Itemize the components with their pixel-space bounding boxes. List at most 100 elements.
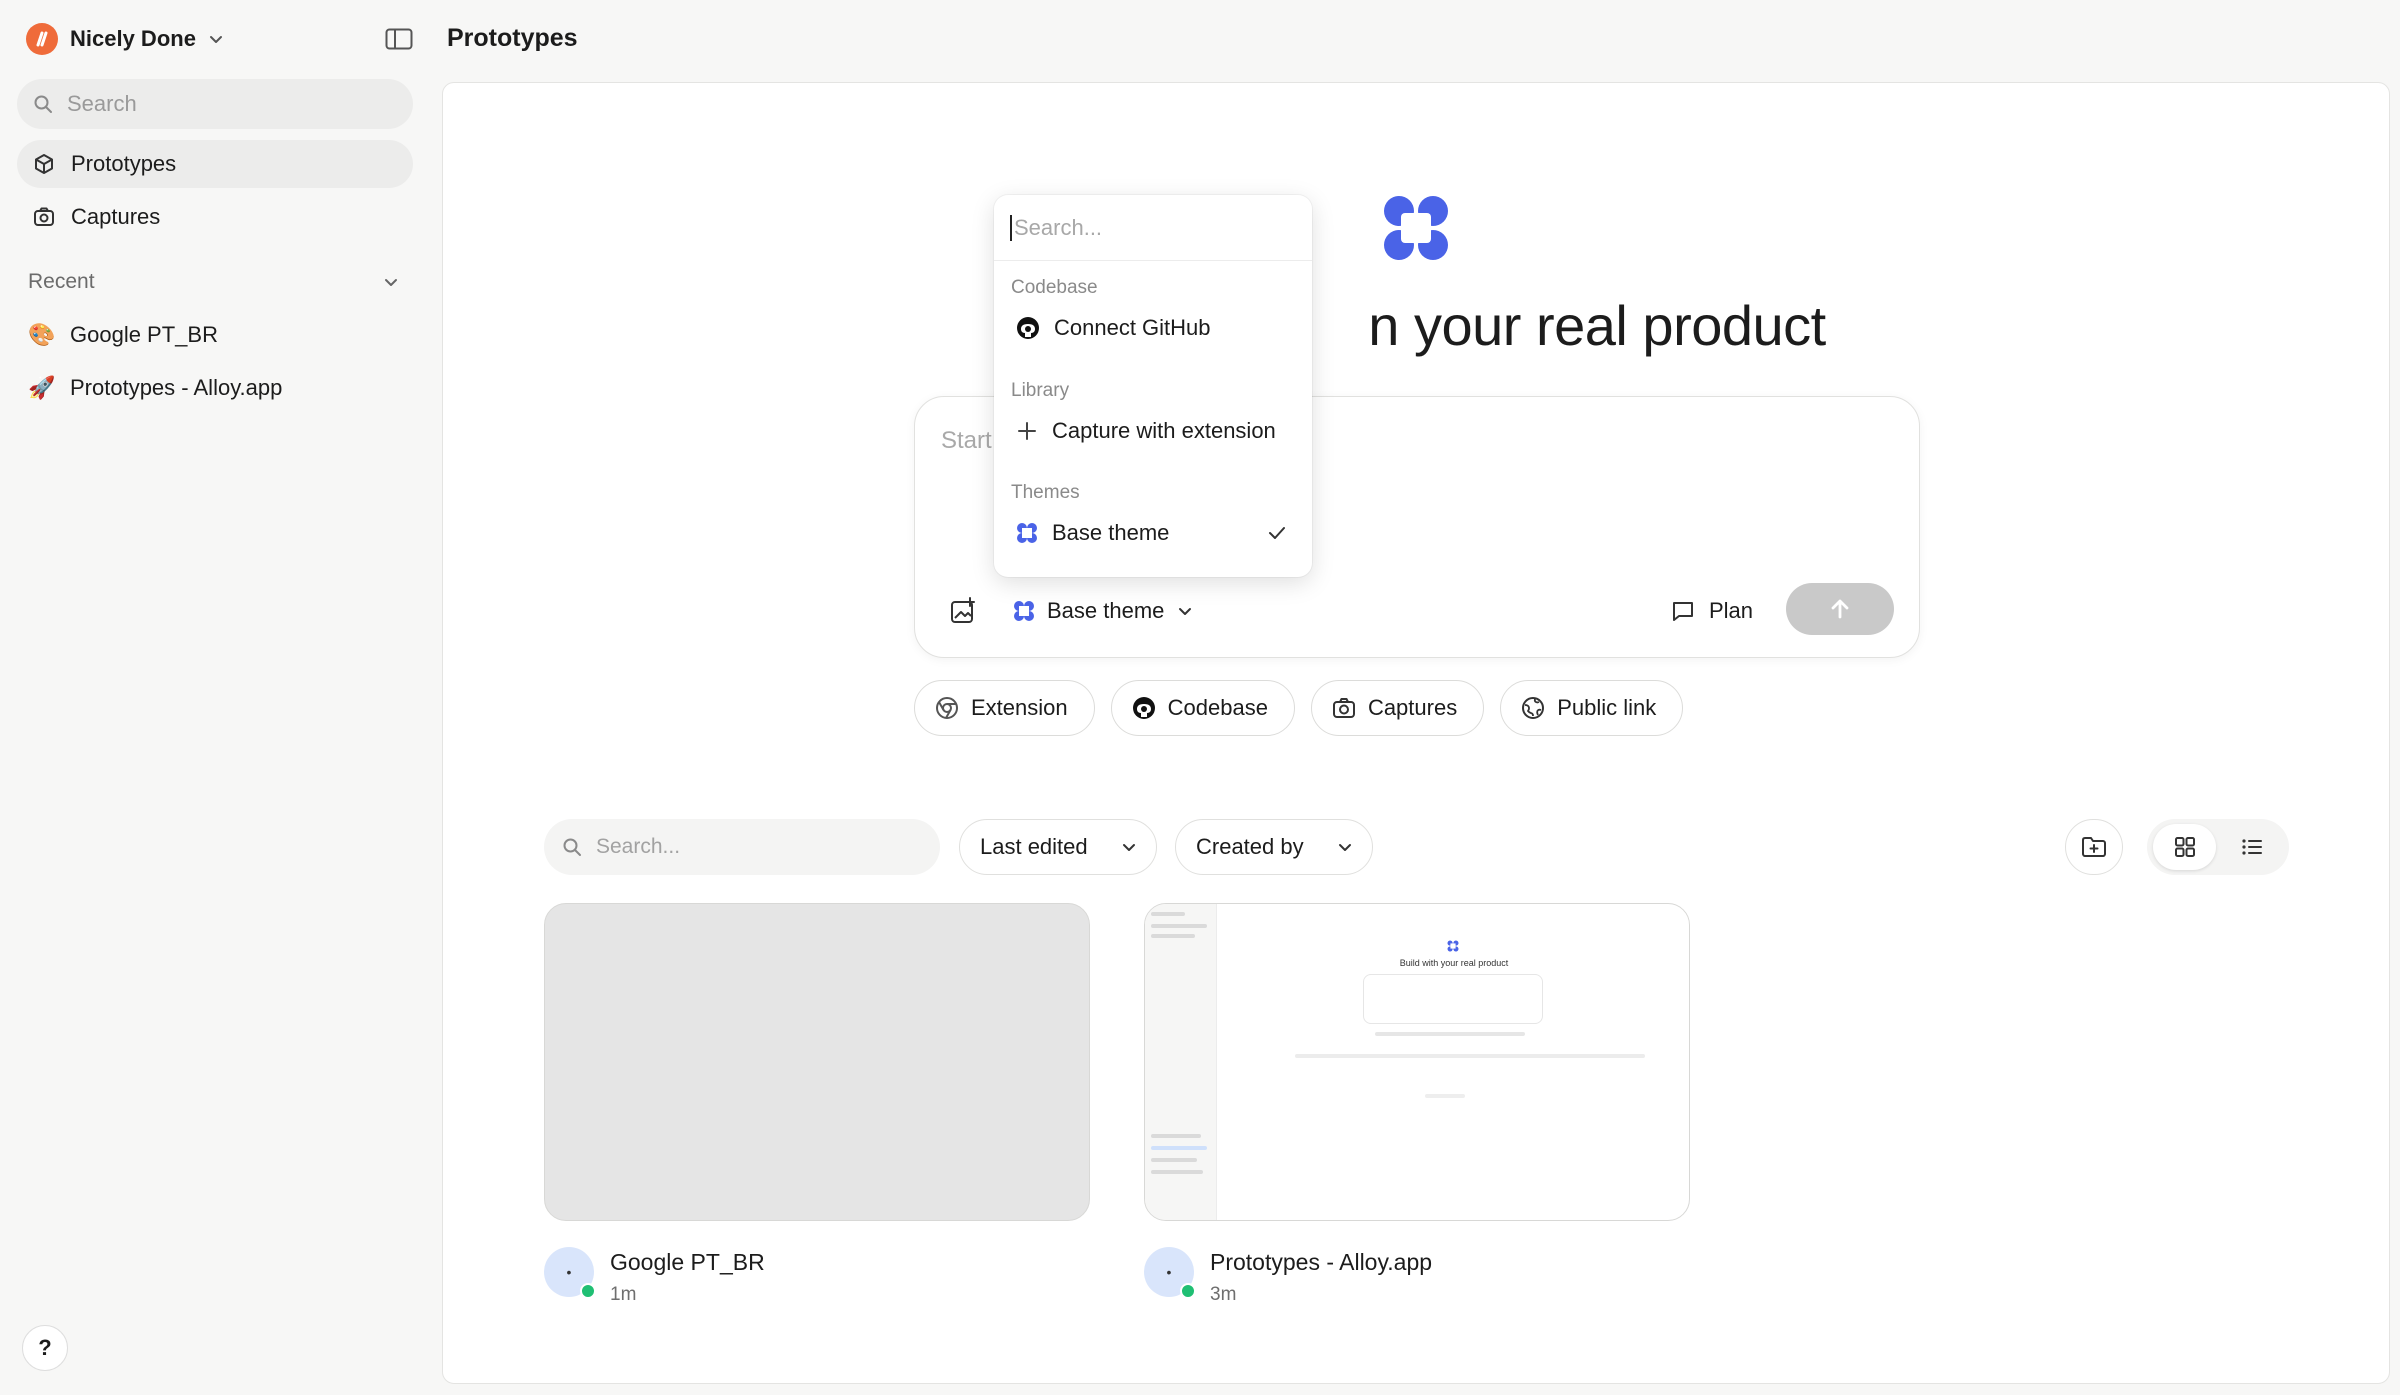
base-theme-item[interactable]: Base theme xyxy=(1002,511,1304,555)
project-time: 3m xyxy=(1210,1284,1237,1305)
chip-captures[interactable]: Captures xyxy=(1310,680,1485,736)
thumbnail-composer xyxy=(1363,974,1543,1024)
theme-selector[interactable]: Base theme xyxy=(1005,591,1202,631)
search-icon xyxy=(562,837,582,857)
sidebar-panel-icon xyxy=(385,28,413,50)
recent-item-label: Google PT_BR xyxy=(70,322,218,347)
plan-button[interactable]: Plan xyxy=(1671,591,1753,631)
recent-item-label: Prototypes - Alloy.app xyxy=(70,375,283,400)
sidebar-search[interactable] xyxy=(17,79,413,129)
sidebar-search-input[interactable] xyxy=(67,91,367,117)
projects-search-input[interactable] xyxy=(596,835,916,859)
theme-icon xyxy=(1016,522,1038,544)
sort-dropdown[interactable]: Last edited xyxy=(959,819,1157,875)
new-folder-button[interactable] xyxy=(2065,819,2123,875)
popover-item-label: Base theme xyxy=(1052,520,1170,545)
chip-extension[interactable]: Extension xyxy=(914,680,1095,736)
github-icon xyxy=(1016,316,1040,340)
chevron-down-icon xyxy=(1176,602,1194,620)
context-popover: Codebase Connect GitHub Library Capture … xyxy=(994,195,1312,577)
chevron-down-icon xyxy=(382,273,400,291)
camera-icon xyxy=(1332,696,1356,720)
toggle-sidebar-button[interactable] xyxy=(382,24,416,54)
hero-title: n your real product xyxy=(1368,294,1826,357)
popover-item-label: Connect GitHub xyxy=(1054,315,1211,340)
connect-github-item[interactable]: Connect GitHub xyxy=(1002,306,1304,350)
projects-search[interactable] xyxy=(544,819,940,875)
popover-search-input[interactable] xyxy=(1010,214,1290,241)
avatar: • xyxy=(544,1247,596,1299)
message-icon xyxy=(1671,599,1695,623)
popover-search[interactable] xyxy=(994,195,1312,261)
project-card[interactable]: • Google PT_BR 1m xyxy=(544,903,1090,1306)
rocket-icon: 🚀 xyxy=(28,375,56,400)
sidebar-item-label: Captures xyxy=(71,204,161,229)
workspace-logo-icon xyxy=(26,23,58,55)
list-icon xyxy=(2241,839,2262,855)
recent-item-prototypes-alloy[interactable]: 🚀 Prototypes - Alloy.app xyxy=(28,368,282,408)
sort-dropdown-label: Last edited xyxy=(980,834,1088,859)
plus-icon xyxy=(1016,420,1038,442)
palette-icon: 🎨 xyxy=(28,322,56,347)
project-title: Google PT_BR xyxy=(610,1249,765,1275)
popover-section-library: Library xyxy=(1011,380,1070,401)
chip-codebase[interactable]: Codebase xyxy=(1110,680,1295,736)
project-title: Prototypes - Alloy.app xyxy=(1210,1249,1433,1275)
sidebar-item-captures[interactable]: Captures xyxy=(17,193,413,241)
globe-icon xyxy=(1521,696,1545,720)
folder-plus-icon xyxy=(2082,837,2106,857)
chip-label: Extension xyxy=(971,695,1068,720)
search-icon xyxy=(33,94,53,114)
view-toggle xyxy=(2147,819,2289,875)
project-thumbnail[interactable]: Build with your real product xyxy=(1144,903,1690,1221)
grid-icon xyxy=(2174,837,2195,857)
chrome-icon xyxy=(935,696,959,720)
send-button[interactable] xyxy=(1786,583,1894,635)
thumbnail-sidebar xyxy=(1145,904,1217,1220)
project-thumbnail[interactable] xyxy=(544,903,1090,1221)
workspace-switcher[interactable]: Nicely Done xyxy=(26,20,224,58)
capture-with-extension-item[interactable]: Capture with extension xyxy=(1002,409,1304,453)
chevron-down-icon xyxy=(208,31,224,47)
popover-section-themes: Themes xyxy=(1011,482,1080,503)
plan-label: Plan xyxy=(1709,598,1754,623)
chevron-down-icon xyxy=(1336,838,1354,856)
popover-section-codebase: Codebase xyxy=(1011,277,1098,298)
chevron-down-icon xyxy=(1120,838,1138,856)
cube-icon xyxy=(33,153,55,175)
main-panel: n your real product Base theme Plan xyxy=(442,82,2390,1384)
theme-icon xyxy=(1013,600,1035,622)
source-chips: Extension Codebase Captures Public link xyxy=(914,680,1684,736)
project-time: 1m xyxy=(610,1284,637,1305)
arrow-up-icon xyxy=(1831,599,1849,619)
created-by-label: Created by xyxy=(1196,834,1304,859)
sidebar-item-label: Prototypes xyxy=(71,151,177,176)
popover-item-label: Capture with extension xyxy=(1052,418,1276,443)
chip-label: Captures xyxy=(1367,695,1458,720)
online-status-dot xyxy=(1180,1283,1196,1299)
chip-label: Codebase xyxy=(1167,695,1268,720)
grid-view-button[interactable] xyxy=(2153,824,2216,870)
thumbnail-title: Build with your real product xyxy=(1399,958,1509,968)
theme-selector-label: Base theme xyxy=(1047,598,1165,623)
created-by-dropdown[interactable]: Created by xyxy=(1175,819,1373,875)
online-status-dot xyxy=(580,1283,596,1299)
sidebar: Nicely Done Prototypes Captures Recent 🎨… xyxy=(0,0,428,1395)
list-view-button[interactable] xyxy=(2220,824,2283,870)
recent-item-google-pt-br[interactable]: 🎨 Google PT_BR xyxy=(28,315,218,355)
page-title: Prototypes xyxy=(447,24,578,52)
recent-label: Recent xyxy=(28,270,95,293)
camera-icon xyxy=(33,206,55,228)
project-meta: • Prototypes - Alloy.app 3m xyxy=(1144,1247,1690,1306)
recent-section-header[interactable]: Recent xyxy=(28,270,400,294)
sidebar-item-prototypes[interactable]: Prototypes xyxy=(17,140,413,188)
project-meta: • Google PT_BR 1m xyxy=(544,1247,1090,1306)
checkmark-icon xyxy=(1266,522,1288,544)
project-card[interactable]: Build with your real product • Prototype… xyxy=(1144,903,1690,1306)
workspace-name: Nicely Done xyxy=(70,26,196,51)
brand-logo-icon xyxy=(1381,193,1451,263)
attach-image-button[interactable] xyxy=(949,597,977,625)
help-button[interactable]: ? xyxy=(22,1325,68,1371)
chip-public-link[interactable]: Public link xyxy=(1500,680,1684,736)
github-icon xyxy=(1132,696,1156,720)
